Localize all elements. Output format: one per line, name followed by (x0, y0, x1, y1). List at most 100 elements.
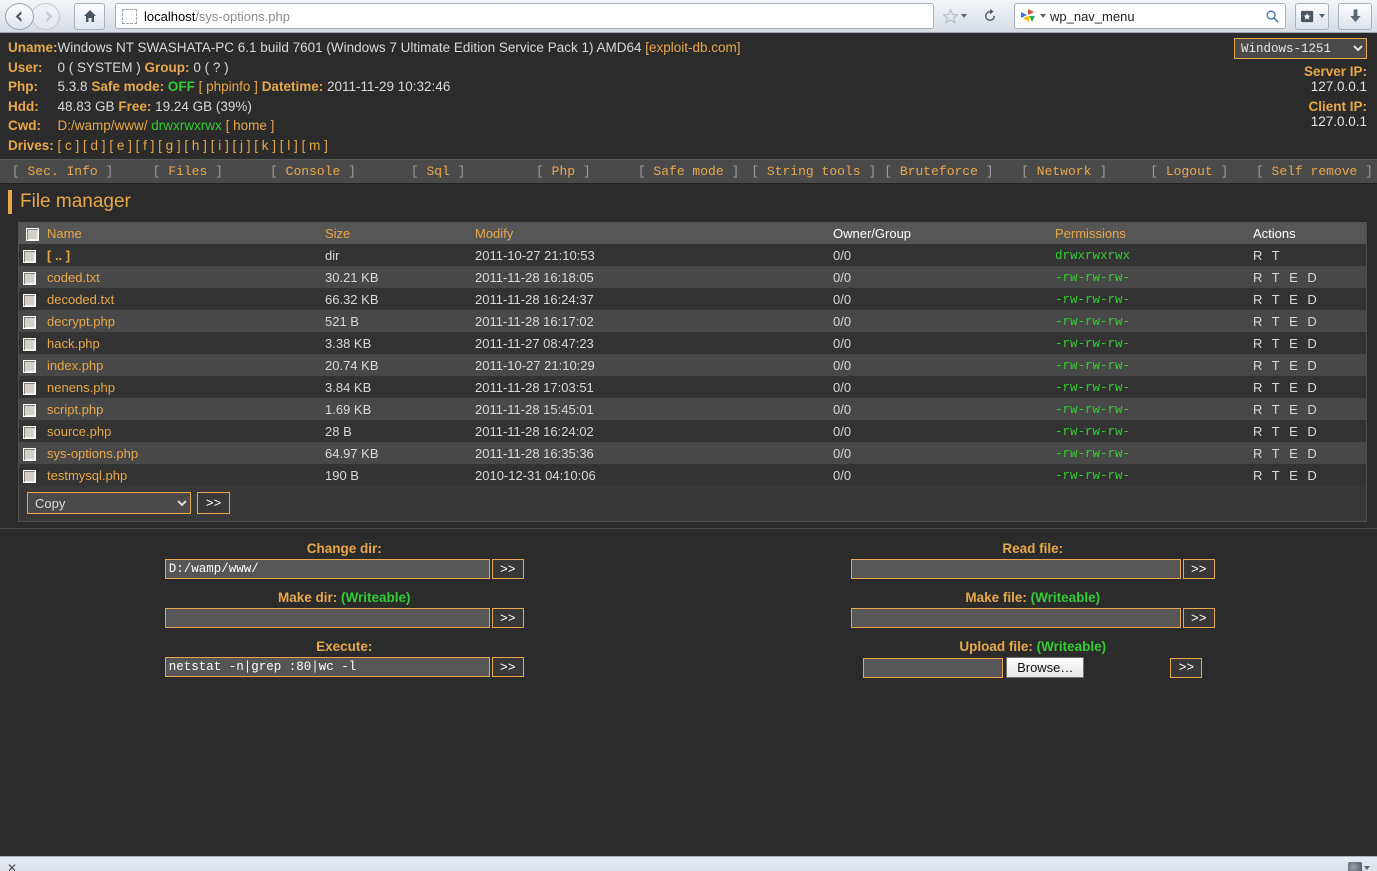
permissions-link[interactable]: -rw-rw-rw- (1055, 381, 1130, 395)
action-e-link[interactable]: E (1289, 446, 1301, 461)
nav-item-sql[interactable]: [ Sql ] (376, 164, 501, 179)
permissions-link[interactable]: -rw-rw-rw- (1055, 293, 1130, 307)
reload-button[interactable] (975, 3, 1005, 29)
status-close-icon[interactable]: ✕ (7, 861, 17, 871)
search-icon[interactable] (1265, 9, 1280, 24)
upload-file-input[interactable] (863, 657, 1004, 678)
drive-link-d[interactable]: [ d ] (83, 138, 106, 153)
action-r-link[interactable]: R (1253, 292, 1265, 307)
parent-dir-link[interactable]: [ .. ] (47, 248, 70, 263)
permissions-link[interactable]: -rw-rw-rw- (1055, 425, 1130, 439)
drive-link-c[interactable]: [ c ] (58, 138, 80, 153)
home-link[interactable]: [ home ] (226, 118, 275, 133)
nav-item-sec-info[interactable]: [ Sec. Info ] (0, 164, 125, 179)
action-t-link[interactable]: T (1272, 292, 1283, 307)
action-d-link[interactable]: D (1307, 336, 1319, 351)
action-r-link[interactable]: R (1253, 402, 1265, 417)
drive-link-l[interactable]: [ l ] (280, 138, 298, 153)
action-r-link[interactable]: R (1253, 314, 1265, 329)
permissions-link[interactable]: -rw-rw-rw- (1055, 337, 1130, 351)
file-link[interactable]: script.php (47, 402, 103, 417)
execute-input[interactable] (164, 657, 490, 678)
action-r-link[interactable]: R (1253, 270, 1265, 285)
drive-link-g[interactable]: [ g ] (158, 138, 181, 153)
drive-link-k[interactable]: [ k ] (254, 138, 276, 153)
bookmarks-button[interactable] (1295, 2, 1329, 30)
sort-by-permissions-link[interactable]: Permissions (1055, 226, 1126, 241)
permissions-link[interactable]: drwxrwxrwx (1055, 249, 1130, 263)
nav-item-self-remove[interactable]: [ Self remove ] (1252, 164, 1377, 179)
action-r-link[interactable]: R (1253, 446, 1265, 461)
permissions-link[interactable]: -rw-rw-rw- (1055, 315, 1130, 329)
read-file-submit-button[interactable]: >> (1182, 559, 1215, 580)
nav-item-bruteforce[interactable]: [ Bruteforce ] (876, 164, 1001, 179)
nav-item-network[interactable]: [ Network ] (1002, 164, 1127, 179)
permissions-link[interactable]: -rw-rw-rw- (1055, 271, 1130, 285)
permissions-link[interactable]: -rw-rw-rw- (1055, 447, 1130, 461)
row-checkbox[interactable] (23, 315, 36, 329)
make-file-input[interactable] (850, 608, 1181, 629)
file-link[interactable]: index.php (47, 358, 103, 373)
nav-item-php[interactable]: [ Php ] (501, 164, 626, 179)
action-e-link[interactable]: E (1289, 402, 1301, 417)
action-e-link[interactable]: E (1289, 270, 1301, 285)
sort-by-size-link[interactable]: Size (325, 226, 350, 241)
action-e-link[interactable]: E (1289, 292, 1301, 307)
action-t-link[interactable]: T (1272, 270, 1283, 285)
row-checkbox[interactable] (23, 293, 36, 307)
action-d-link[interactable]: D (1307, 358, 1319, 373)
action-t-link[interactable]: T (1272, 446, 1283, 461)
row-checkbox[interactable] (23, 425, 36, 439)
tray-chevron-icon[interactable] (1364, 866, 1370, 870)
select-all-checkbox[interactable] (26, 228, 39, 242)
search-box[interactable]: wp_nav_menu (1014, 3, 1286, 29)
make-dir-input[interactable] (164, 608, 490, 629)
action-t-link[interactable]: T (1272, 468, 1283, 483)
action-t-link[interactable]: T (1272, 358, 1283, 373)
search-engine-chevron-icon[interactable] (1040, 14, 1046, 18)
sort-by-modify-link[interactable]: Modify (475, 226, 513, 241)
bulk-action-select[interactable]: CopyMoveDeletePasteCompressUncompress (27, 492, 191, 515)
action-t-link[interactable]: T (1272, 248, 1283, 263)
row-checkbox[interactable] (23, 381, 36, 395)
action-e-link[interactable]: E (1289, 380, 1301, 395)
action-d-link[interactable]: D (1307, 424, 1319, 439)
upload-browse-button[interactable]: Browse… (1006, 657, 1085, 679)
permissions-link[interactable]: -rw-rw-rw- (1055, 469, 1130, 483)
action-d-link[interactable]: D (1307, 270, 1319, 285)
action-d-link[interactable]: D (1307, 380, 1319, 395)
home-button[interactable] (74, 2, 105, 30)
sort-by-name-link[interactable]: Name (47, 226, 82, 241)
nav-item-logout[interactable]: [ Logout ] (1127, 164, 1252, 179)
permissions-link[interactable]: -rw-rw-rw- (1055, 359, 1130, 373)
file-link[interactable]: nenens.php (47, 380, 115, 395)
file-link[interactable]: decoded.txt (47, 292, 114, 307)
action-e-link[interactable]: E (1289, 314, 1301, 329)
row-checkbox[interactable] (23, 403, 36, 417)
row-checkbox[interactable] (23, 337, 36, 351)
row-checkbox[interactable] (23, 271, 36, 285)
drive-link-e[interactable]: [ e ] (109, 138, 132, 153)
charset-select[interactable]: Windows-1251 (1234, 38, 1367, 59)
file-link[interactable]: coded.txt (47, 270, 100, 285)
phpinfo-link[interactable]: [ phpinfo ] (199, 79, 258, 94)
action-t-link[interactable]: T (1272, 336, 1283, 351)
row-checkbox[interactable] (23, 469, 36, 483)
search-input[interactable]: wp_nav_menu (1050, 9, 1261, 24)
nav-item-console[interactable]: [ Console ] (250, 164, 375, 179)
action-d-link[interactable]: D (1307, 446, 1319, 461)
action-r-link[interactable]: R (1253, 468, 1265, 483)
action-d-link[interactable]: D (1307, 292, 1319, 307)
drive-link-m[interactable]: [ m ] (302, 138, 328, 153)
action-t-link[interactable]: T (1272, 424, 1283, 439)
action-t-link[interactable]: T (1272, 314, 1283, 329)
read-file-input[interactable] (850, 559, 1181, 580)
cwd-path[interactable]: D:/wamp/www/ (58, 118, 148, 133)
drive-link-f[interactable]: [ f ] (136, 138, 155, 153)
drive-link-i[interactable]: [ i ] (211, 138, 229, 153)
nav-item-safe-mode[interactable]: [ Safe mode ] (626, 164, 751, 179)
file-link[interactable]: source.php (47, 424, 111, 439)
nav-item-string-tools[interactable]: [ String tools ] (751, 164, 876, 179)
action-d-link[interactable]: D (1307, 468, 1319, 483)
action-r-link[interactable]: R (1253, 424, 1265, 439)
